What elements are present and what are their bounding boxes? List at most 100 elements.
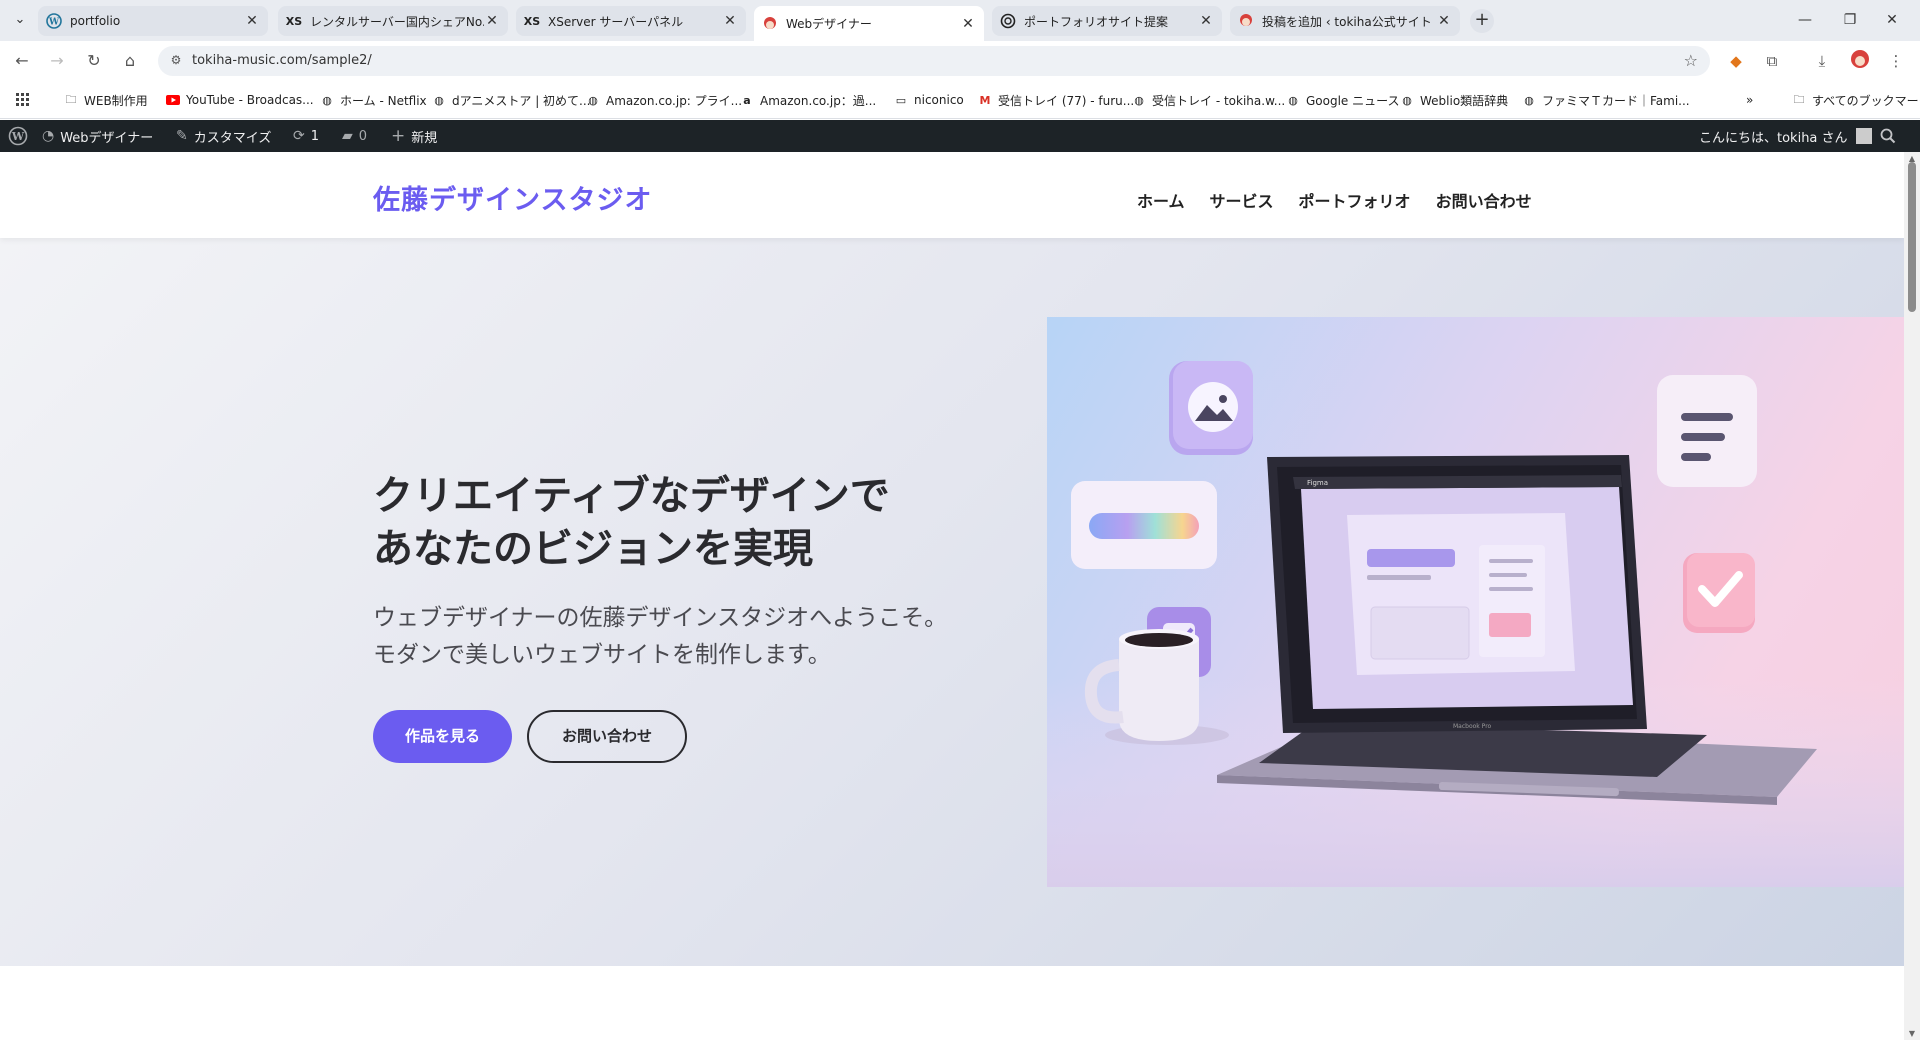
bookmark-item[interactable]: ◍ Weblio類語辞典 bbox=[1400, 90, 1508, 110]
youtube-icon bbox=[166, 93, 180, 107]
globe-icon: ◍ bbox=[588, 93, 598, 107]
character-icon bbox=[1238, 13, 1254, 29]
nav-portfolio[interactable]: ポートフォリオ bbox=[1299, 188, 1411, 212]
nav-contact[interactable]: お問い合わせ bbox=[1436, 188, 1532, 212]
avatar bbox=[1855, 128, 1872, 144]
next-section bbox=[0, 966, 1904, 1040]
metamask-icon[interactable]: ◆ bbox=[1724, 49, 1748, 73]
xserver-icon: XS bbox=[523, 14, 541, 28]
tab-close-icon[interactable]: ✕ bbox=[960, 16, 976, 32]
tab-close-icon[interactable]: ✕ bbox=[1198, 13, 1214, 29]
tab-search-chevron-icon[interactable]: ⌄ bbox=[8, 8, 32, 32]
page-scrollbar[interactable]: ▲ ▼ bbox=[1904, 152, 1920, 1040]
scroll-down-arrow-icon[interactable]: ▼ bbox=[1904, 1029, 1920, 1038]
laptop-workspace-illustration: Figma Macbook Pro bbox=[1047, 361, 1904, 887]
globe-icon: ◍ bbox=[434, 93, 444, 107]
tab-close-icon[interactable]: ✕ bbox=[484, 13, 500, 29]
bookmark-star-icon[interactable]: ☆ bbox=[1684, 51, 1698, 70]
tab-close-icon[interactable]: ✕ bbox=[244, 13, 260, 29]
reload-icon[interactable]: ↻ bbox=[82, 49, 106, 73]
site-logo[interactable]: 佐藤デザインスタジオ bbox=[373, 178, 652, 217]
browser-tab-portfolio-proposal[interactable]: ポートフォリオサイト提案 ✕ bbox=[992, 6, 1222, 36]
more-bookmarks-chevron-icon[interactable]: » bbox=[1746, 90, 1753, 110]
view-works-button[interactable]: 作品を見る bbox=[373, 710, 512, 763]
updates-icon: ⟳ bbox=[293, 128, 305, 144]
admin-customize[interactable]: ✎ カスタマイズ bbox=[176, 120, 271, 152]
browser-tab-rental-server[interactable]: XS レンタルサーバー国内シェアNo.1のエ ✕ bbox=[278, 6, 508, 36]
admin-site-name[interactable]: ◔ Webデザイナー bbox=[42, 120, 153, 152]
plus-icon: + bbox=[391, 126, 406, 146]
extensions-icon[interactable]: ⧉ bbox=[1760, 49, 1784, 73]
globe-icon: ◍ bbox=[1288, 93, 1298, 107]
browser-tab-portfolio[interactable]: W portfolio ✕ bbox=[38, 6, 268, 36]
globe-icon: ◍ bbox=[1524, 93, 1534, 107]
profile-avatar[interactable] bbox=[1848, 49, 1872, 73]
bookmark-item[interactable]: ◍ dアニメストア | 初めて... bbox=[432, 90, 590, 110]
bookmark-item[interactable]: ◍ Amazon.co.jp: プライ... bbox=[586, 90, 742, 110]
apps-grid-icon[interactable] bbox=[16, 90, 30, 110]
folder-icon: 🗀 bbox=[1793, 92, 1805, 106]
bookmark-item[interactable]: ▭ niconico bbox=[894, 90, 964, 110]
admin-search-icon[interactable] bbox=[1880, 120, 1896, 152]
bookmark-item[interactable]: M 受信トレイ (77) - furu... bbox=[978, 90, 1135, 110]
scrollbar-thumb[interactable] bbox=[1908, 162, 1916, 312]
tab-title: portfolio bbox=[70, 14, 121, 28]
openai-icon bbox=[1000, 13, 1016, 29]
download-icon[interactable]: ⤓ bbox=[1810, 49, 1834, 73]
globe-icon: ◍ bbox=[1134, 93, 1144, 107]
admin-comments[interactable]: ▰ 0 bbox=[342, 120, 367, 152]
site-nav: ホーム サービス ポートフォリオ お問い合わせ bbox=[1137, 188, 1532, 212]
hero-description: ウェブデザイナーの佐藤デザインスタジオへようこそ。 モダンで美しいウェブサイトを… bbox=[373, 605, 948, 668]
browser-tab-add-post[interactable]: 投稿を追加 ‹ tokiha公式サイト — ✕ bbox=[1230, 6, 1460, 36]
forward-arrow-icon[interactable]: → bbox=[45, 49, 69, 73]
browser-toolbar: ← → ↻ ⌂ ⚙ tokiha-music.com/sample2/ ☆ ◆ … bbox=[0, 41, 1920, 81]
site-info-icon[interactable]: ⚙ bbox=[168, 53, 184, 69]
page-viewport: 佐藤デザインスタジオ ホーム サービス ポートフォリオ お問い合わせ クリエイテ… bbox=[0, 152, 1904, 1040]
nav-services[interactable]: サービス bbox=[1210, 188, 1274, 212]
wordpress-icon: W bbox=[46, 13, 62, 29]
bookmark-item[interactable]: ◍ ファミマＴカード｜Fami... bbox=[1522, 90, 1689, 110]
comment-icon: ▰ bbox=[342, 128, 353, 144]
browser-tab-strip: ⌄ W portfolio ✕ XS レンタルサーバー国内シェアNo.1のエ ✕… bbox=[0, 0, 1920, 41]
all-bookmarks-folder[interactable]: 🗀 すべてのブックマーク bbox=[1792, 90, 1920, 110]
dashboard-gauge-icon: ◔ bbox=[42, 128, 55, 144]
close-window-icon[interactable]: ✕ bbox=[1872, 8, 1912, 32]
admin-account[interactable]: こんにちは、tokiha さん bbox=[1699, 120, 1872, 152]
admin-updates[interactable]: ⟳ 1 bbox=[293, 120, 319, 152]
menu-kebab-icon[interactable]: ⋮ bbox=[1884, 49, 1908, 73]
new-tab-button[interactable]: + bbox=[1470, 9, 1494, 33]
bookmark-item[interactable]: ◍ 受信トレイ - tokiha.w... bbox=[1132, 90, 1285, 110]
bookmark-item[interactable]: a Amazon.co.jp：過... bbox=[740, 90, 876, 110]
xserver-icon: XS bbox=[285, 14, 303, 28]
figma-app-label: Figma bbox=[1307, 479, 1328, 487]
admin-new[interactable]: + 新規 bbox=[391, 120, 437, 152]
tab-title: XServer サーバーパネル bbox=[548, 14, 684, 29]
site-header: 佐藤デザインスタジオ ホーム サービス ポートフォリオ お問い合わせ bbox=[0, 152, 1904, 238]
address-bar[interactable]: ⚙ tokiha-music.com/sample2/ ☆ bbox=[158, 46, 1710, 76]
wordpress-logo-icon[interactable]: W bbox=[8, 120, 28, 152]
contact-button[interactable]: お問い合わせ bbox=[527, 710, 687, 763]
text-lines-card-icon bbox=[1657, 375, 1757, 487]
bookmark-item[interactable]: YouTube - Broadcas... bbox=[166, 90, 314, 110]
check-card-icon bbox=[1683, 553, 1755, 633]
hero-title: クリエイティブなデザインで あなたのビジョンを実現 bbox=[373, 473, 890, 572]
home-icon[interactable]: ⌂ bbox=[118, 49, 142, 73]
tab-close-icon[interactable]: ✕ bbox=[1436, 13, 1452, 29]
bookmark-item[interactable]: 🗀 WEB制作用 bbox=[64, 90, 148, 110]
bookmark-item[interactable]: ◍ Google ニュース bbox=[1286, 90, 1399, 110]
gradient-bar-card bbox=[1071, 481, 1217, 569]
image-card-icon bbox=[1169, 361, 1253, 455]
browser-tab-web-designer[interactable]: Webデザイナー ✕ bbox=[754, 6, 984, 41]
minimize-icon[interactable]: — bbox=[1785, 8, 1825, 32]
back-arrow-icon[interactable]: ← bbox=[10, 49, 34, 73]
tab-title: 投稿を追加 ‹ tokiha公式サイト — bbox=[1262, 14, 1436, 29]
gmail-icon: M bbox=[979, 93, 991, 107]
url-text: tokiha-music.com/sample2/ bbox=[192, 53, 372, 68]
nav-home[interactable]: ホーム bbox=[1137, 188, 1185, 212]
browser-tab-xserver-panel[interactable]: XS XServer サーバーパネル ✕ bbox=[516, 6, 746, 36]
tab-close-icon[interactable]: ✕ bbox=[722, 13, 738, 29]
tab-title: レンタルサーバー国内シェアNo.1のエ bbox=[310, 14, 484, 29]
restore-icon[interactable]: ❐ bbox=[1830, 8, 1870, 32]
svg-text:W: W bbox=[11, 130, 25, 143]
bookmark-item[interactable]: ◍ ホーム - Netflix bbox=[320, 90, 426, 110]
